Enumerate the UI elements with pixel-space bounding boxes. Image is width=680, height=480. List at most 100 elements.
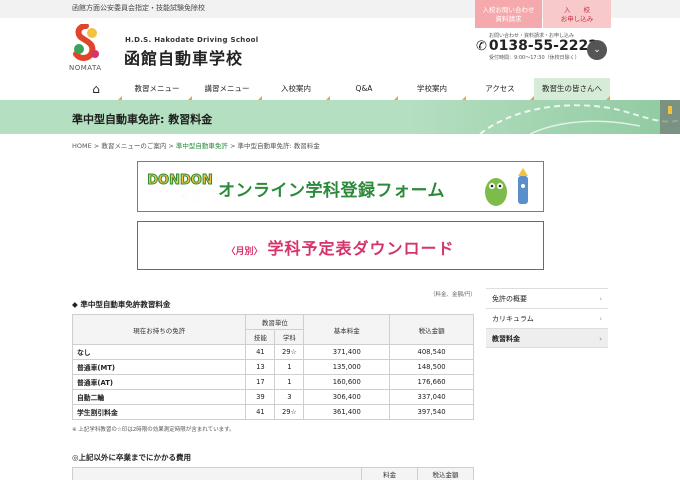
dondon-drive-logo: DONDON ドライブ (147, 173, 213, 204)
sidebar: 免許の概要 › カリキュラム › 教習料金 › (486, 288, 608, 348)
mascot-characters (485, 168, 528, 206)
cell-total: 148,500 (389, 359, 474, 375)
cell-license: なし (71, 344, 247, 360)
chevron-down-icon[interactable]: ⌄ (587, 40, 607, 60)
table-row: 普通車(MT) 13 1 135,000 148,500 (71, 359, 474, 375)
header-theory: 学科 (274, 329, 305, 345)
cell-practical: 13 (245, 359, 276, 375)
nav-lesson-menu[interactable]: 教習メニュー (122, 78, 192, 100)
breadcrumb-lesson-menu[interactable]: 教習メニューのご案内 (101, 142, 166, 150)
nav-home[interactable]: ⌂ (70, 78, 122, 100)
nav-qa[interactable]: Q&A (330, 78, 398, 100)
cell-base: 135,000 (303, 359, 391, 375)
global-nav: ⌂ 教習メニュー 講習メニュー 入校案内 Q&A 学校案内 アクセス 教習生の皆… (70, 78, 610, 100)
header-current-license: 現在お持ちの免許 (71, 314, 247, 345)
cell-license: 普通車(MT) (71, 359, 247, 375)
sidebar-item-label: カリキュラム (492, 315, 534, 323)
sidebar-item-fees[interactable]: 教習料金 › (486, 328, 608, 348)
designation-text: 函館方面公安委員会指定・技能試験免除校 (72, 4, 205, 12)
fee-footnote: ※ 上記学科教習の☆印は2時限の効果測定時限が含まれています。 (72, 427, 235, 433)
table-row: 自動二輪 39 3 306,400 337,040 (71, 389, 474, 405)
nav-course-menu[interactable]: 講習メニュー (192, 78, 262, 100)
cell-practical: 17 (245, 374, 276, 390)
road-decoration (479, 100, 680, 134)
cell-license: 自動二輪 (71, 389, 247, 405)
table-row: 学生割引料金 41 29☆ 361,400 397,540 (71, 404, 474, 420)
cell-practical: 39 (245, 389, 276, 405)
extra-fee-table: 料金 税込金額 (71, 467, 474, 480)
extra-fee-section-title: ◎上記以外に卒業までにかかる費用 (72, 453, 192, 462)
online-registration-banner[interactable]: DONDON ドライブ オンライン学科登録フォーム (137, 161, 544, 212)
cell-base: 306,400 (303, 389, 391, 405)
cell-base: 361,400 (303, 404, 391, 420)
cell-total: 408,540 (389, 344, 474, 360)
dondon-logo-text-1: DONDON (147, 173, 212, 188)
brand-english: H.D.S. Hakodate Driving School (125, 36, 259, 44)
cell-base: 160,600 (303, 374, 391, 390)
header-fee: 料金 (361, 467, 419, 480)
chevron-right-icon: › (599, 335, 602, 343)
cell-theory: 29☆ (274, 344, 305, 360)
header-unit: 教習単位 (245, 314, 305, 330)
cell-total: 176,660 (389, 374, 474, 390)
cell-practical: 41 (245, 404, 276, 420)
sidebar-item-label: 免許の概要 (492, 295, 527, 303)
unit-note: （料金、金額/円） (430, 292, 476, 298)
breadcrumb-sep: > (227, 142, 238, 150)
contact-line-2: 資料請求 (495, 15, 522, 23)
nav-admission[interactable]: 入校案内 (262, 78, 330, 100)
sidebar-item-curriculum[interactable]: カリキュラム › (486, 308, 608, 328)
header-base-fee: 基本料金 (303, 314, 391, 345)
nav-school-info[interactable]: 学校案内 (398, 78, 466, 100)
table-header-row: 現在お持ちの免許 教習単位 基本料金 税込金額 (71, 314, 474, 345)
enroll-line-2: お申し込み (560, 15, 594, 23)
header-total: 税込金額 (389, 314, 474, 345)
cell-theory: 1 (274, 374, 305, 390)
cell-theory: 3 (274, 389, 305, 405)
cell-theory: 29☆ (274, 404, 305, 420)
schedule-monthly-label: 〈月別〉 (226, 247, 263, 257)
sidebar-item-label: 教習料金 (492, 335, 520, 343)
breadcrumb-sep: > (91, 142, 102, 150)
enroll-line-1: 入 校 (564, 6, 590, 14)
home-icon: ⌂ (92, 82, 100, 96)
schedule-download-title: 学科予定表ダウンロード (267, 239, 455, 258)
logo-wordmark: NOMATA (69, 64, 102, 72)
phone-number[interactable]: ✆ 0138-55-2222 (476, 38, 598, 54)
cell-license: 普通車(AT) (71, 374, 247, 390)
cell-base: 371,400 (303, 344, 391, 360)
school-logo[interactable] (70, 24, 102, 62)
schedule-download-banner[interactable]: 〈月別〉 学科予定表ダウンロード (137, 221, 544, 270)
header-practical: 技能 (245, 329, 276, 345)
table-header-row: 料金 税込金額 (71, 467, 474, 480)
header-total: 税込金額 (417, 467, 474, 480)
online-form-title: オンライン学科登録フォーム (218, 181, 445, 201)
cell-total: 397,540 (389, 404, 474, 420)
breadcrumb-home[interactable]: HOME (72, 142, 92, 150)
nav-access[interactable]: アクセス (466, 78, 534, 100)
cell-total: 337,040 (389, 389, 474, 405)
phone-icon: ✆ (476, 39, 487, 54)
brand-japanese: 函館自動車学校 (124, 49, 244, 68)
breadcrumb-license[interactable]: 準中型自動車免許 (176, 142, 228, 150)
breadcrumb: HOME > 教習メニューのご案内 > 準中型自動車免許 > 準中型自動車免許:… (72, 140, 320, 150)
fee-section-title: ◆ 準中型自動車免許教習料金 (72, 300, 171, 309)
fee-table: 現在お持ちの免許 教習単位 基本料金 税込金額 技能 学科 なし 41 29☆ … (71, 314, 474, 420)
dondon-logo-text-2: ドライブ (158, 189, 202, 203)
table-row: なし 41 29☆ 371,400 408,540 (71, 344, 474, 360)
sidebar-item-overview[interactable]: 免許の概要 › (486, 288, 608, 308)
header-blank (71, 467, 363, 480)
chevron-right-icon: › (599, 315, 602, 323)
contact-line-1: 入校お問い合わせ (482, 6, 535, 14)
business-hours: 受付時間：9:00〜17:30（休校日除く） (489, 55, 580, 61)
breadcrumb-sep: > (166, 142, 176, 150)
enroll-button[interactable]: 入 校 お申し込み (543, 0, 611, 28)
nav-for-students[interactable]: 教習生の皆さんへ (534, 78, 610, 100)
phone-text: 0138-55-2222 (488, 38, 598, 54)
breadcrumb-current: 準中型自動車免許: 教習料金 (237, 142, 320, 150)
page-title: 準中型自動車免許: 教習料金 (72, 113, 213, 126)
table-row: 普通車(AT) 17 1 160,600 176,660 (71, 374, 474, 390)
chevron-right-icon: › (599, 295, 602, 303)
cell-license: 学生割引料金 (71, 404, 247, 420)
contact-request-button[interactable]: 入校お問い合わせ 資料請求 (475, 0, 542, 28)
